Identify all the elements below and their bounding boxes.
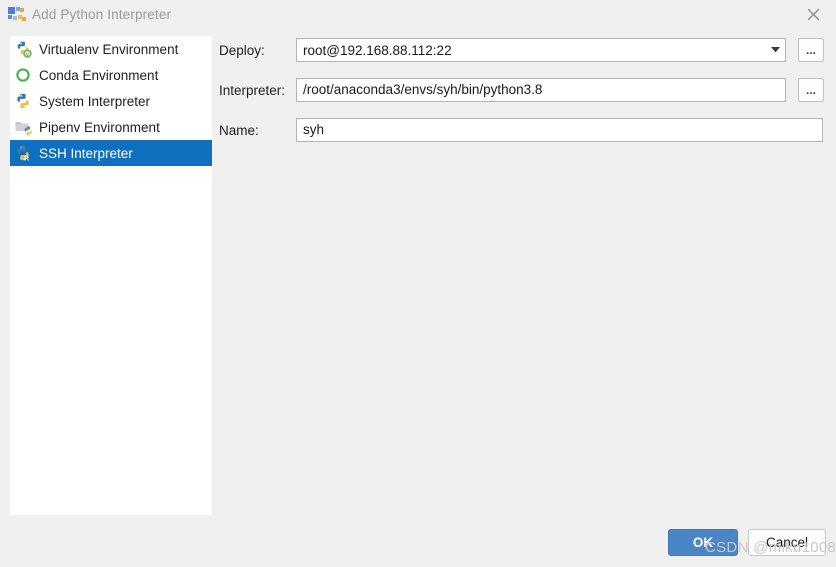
sidebar-item-label: Conda Environment <box>39 67 159 83</box>
name-label-row: Name: <box>219 118 259 142</box>
window-title: Add Python Interpreter <box>32 6 172 22</box>
name-input[interactable]: syh <box>296 118 823 142</box>
deploy-label: Deploy: <box>219 42 265 58</box>
cancel-button[interactable]: Cancel <box>748 529 826 556</box>
ssh-remote-python-icon: R <box>14 144 32 163</box>
deploy-select[interactable]: root@192.168.88.112:22 <box>296 38 786 62</box>
title-bar: Add Python Interpreter <box>0 0 836 28</box>
sidebar-item-label: System Interpreter <box>39 93 151 109</box>
sidebar-item-label: SSH Interpreter <box>39 145 133 161</box>
deploy-select-value: root@192.168.88.112:22 <box>303 42 452 58</box>
sidebar-item-ssh-interpreter[interactable]: R SSH Interpreter <box>10 140 212 166</box>
virtualenv-python-icon: v <box>14 40 32 59</box>
environment-type-list[interactable]: v Virtualenv Environment Conda Environme… <box>10 36 212 515</box>
interpreter-label-row: Interpreter: <box>219 78 285 102</box>
sidebar-item-label: Virtualenv Environment <box>39 41 179 57</box>
deploy-browse-button[interactable]: ... <box>798 38 824 62</box>
conda-ring-icon <box>14 66 32 84</box>
ellipsis-icon: ... <box>805 83 816 97</box>
pipenv-folder-icon <box>14 118 32 136</box>
close-icon[interactable] <box>790 0 836 28</box>
sidebar-item-pipenv-environment[interactable]: Pipenv Environment <box>10 114 212 140</box>
deploy-label-row: Deploy: <box>219 38 265 62</box>
interpreter-label: Interpreter: <box>219 82 286 98</box>
ellipsis-icon: ... <box>805 43 816 57</box>
name-label: Name: <box>219 122 259 138</box>
python-icon <box>14 92 32 110</box>
interpreter-browse-button[interactable]: ... <box>798 78 824 102</box>
svg-text:v: v <box>26 52 29 58</box>
svg-text:R: R <box>24 156 29 162</box>
pycharm-logo-icon <box>8 6 26 22</box>
interpreter-input[interactable]: /root/anaconda3/envs/syh/bin/python3.8 <box>296 78 786 102</box>
sidebar-item-virtualenv-environment[interactable]: v Virtualenv Environment <box>10 36 212 62</box>
ok-button[interactable]: OK <box>668 529 738 556</box>
chevron-down-icon <box>765 47 785 53</box>
sidebar-item-system-interpreter[interactable]: System Interpreter <box>10 88 212 114</box>
sidebar-item-conda-environment[interactable]: Conda Environment <box>10 62 212 88</box>
sidebar-item-label: Pipenv Environment <box>39 119 160 135</box>
